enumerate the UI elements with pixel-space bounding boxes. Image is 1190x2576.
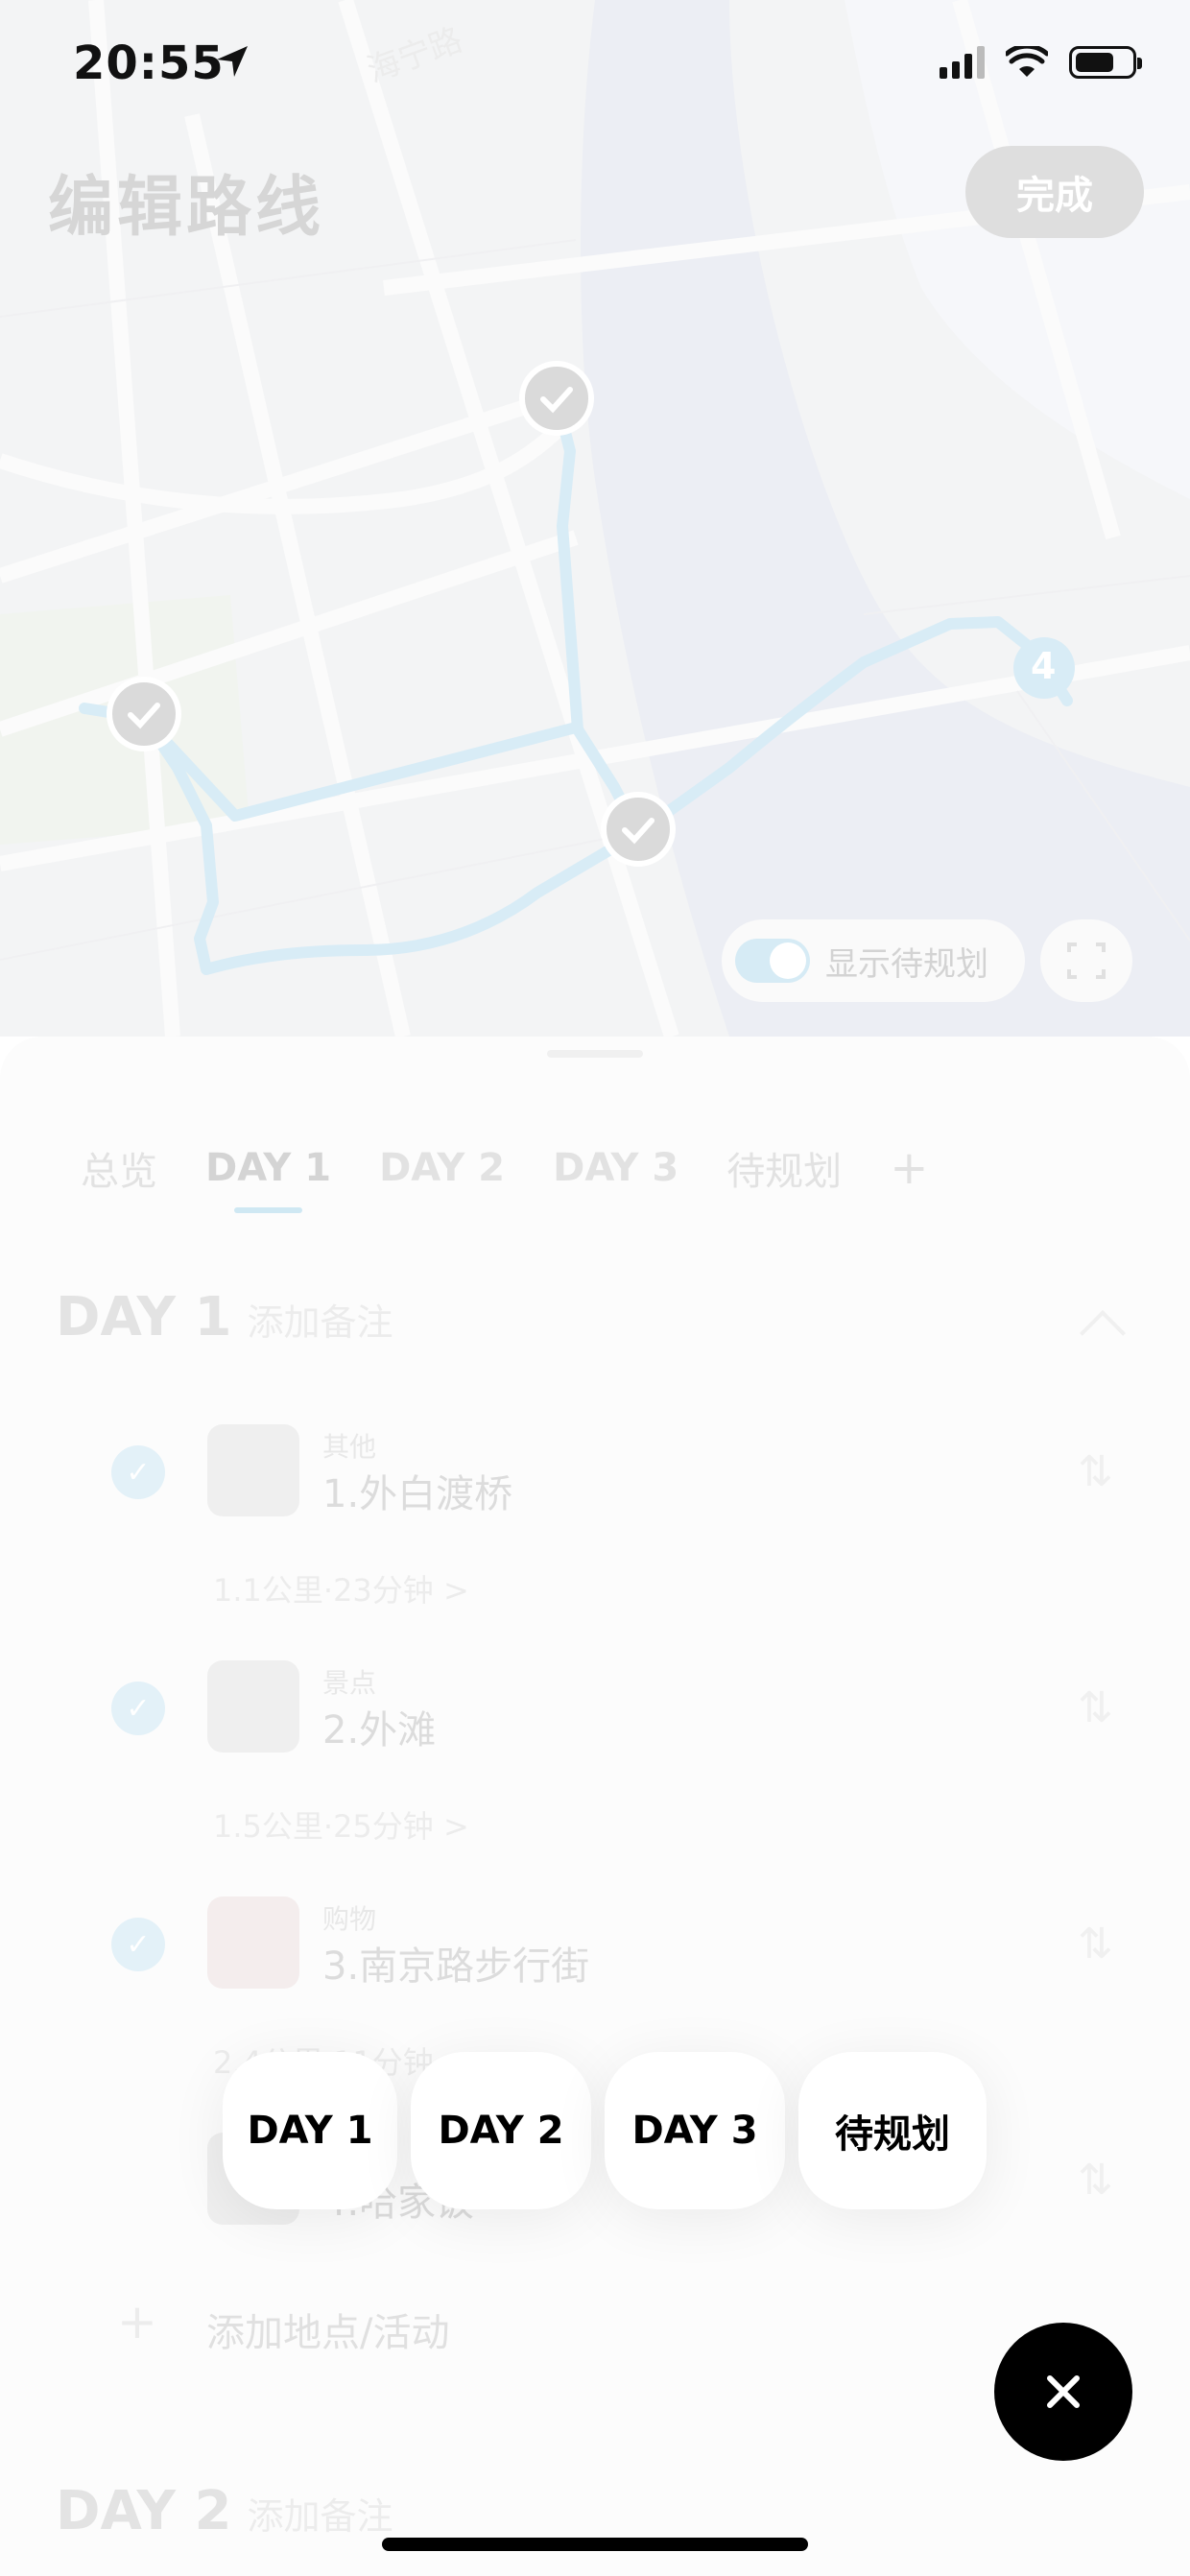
check-icon[interactable]: ✓ (111, 1918, 165, 1971)
day-title: DAY 1 (56, 1286, 232, 1348)
day-tabs: 总览 DAY 1 DAY 2 DAY 3 待规划 + (81, 1140, 928, 1213)
reorder-handle-icon[interactable]: ⇅ (1078, 1687, 1113, 1729)
check-icon[interactable]: ✓ (111, 1445, 165, 1499)
status-time: 20:55 (73, 36, 225, 90)
travel-info[interactable]: 1.1公里·23分钟 > (213, 1566, 469, 1610)
sheet-grabber[interactable] (547, 1050, 643, 1058)
show-pending-toggle[interactable]: 显示待规划 (722, 919, 1025, 1002)
status-indicators (940, 46, 1142, 79)
add-note-button[interactable]: 添加备注 (247, 2487, 393, 2540)
stop-thumbnail (207, 1424, 299, 1516)
tab-pending[interactable]: 待规划 (726, 1140, 842, 1196)
day-2-header: DAY 2 添加备注 (56, 2480, 393, 2542)
picker-option-day-1[interactable]: DAY 1 (223, 2052, 397, 2209)
add-day-icon[interactable]: + (890, 1141, 928, 1195)
fullscreen-icon (1067, 942, 1106, 979)
list-item[interactable]: ✓ 其他 1.外白渡桥 ⇅ (56, 1397, 1130, 1541)
reorder-handle-icon[interactable]: ⇅ (1078, 1451, 1113, 1493)
add-place-button[interactable]: 添加地点/活动 (206, 2302, 449, 2357)
cellular-signal-icon (940, 46, 985, 79)
picker-option-day-2[interactable]: DAY 2 (411, 2052, 591, 2209)
picker-option-pending[interactable]: 待规划 (798, 2052, 987, 2209)
day-1-header: DAY 1 添加备注 (56, 1286, 393, 1348)
day-title: DAY 2 (56, 2480, 232, 2542)
move-to-day-picker: DAY 1 DAY 2 DAY 3 待规划 (223, 2052, 987, 2209)
tab-overview[interactable]: 总览 (81, 1140, 157, 1196)
stop-name: 1.外白渡桥 (322, 1472, 513, 1516)
location-arrow-icon (217, 46, 248, 77)
wifi-icon (1006, 46, 1048, 77)
travel-info[interactable]: 1.5公里·25分钟 > (213, 1802, 469, 1847)
tab-day-3[interactable]: DAY 3 (553, 1146, 678, 1190)
edit-route-screen: 海宁路 4 20:55 编辑路线 完成 显示待规划 总览 DAY 1 DAY 2… (0, 0, 1190, 2576)
reorder-handle-icon[interactable]: ⇅ (1078, 1923, 1113, 1966)
list-item[interactable]: ✓ 购物 3.南京路步行街 ⇅ (56, 1870, 1130, 2014)
stop-thumbnail (207, 1896, 299, 1989)
fullscreen-button[interactable] (1040, 919, 1132, 1002)
picker-option-day-3[interactable]: DAY 3 (605, 2052, 785, 2209)
battery-icon (1069, 46, 1142, 79)
toggle-switch[interactable] (735, 939, 810, 983)
tab-day-2[interactable]: DAY 2 (379, 1146, 505, 1190)
stop-category: 景点 (322, 1667, 377, 1699)
stop-name: 2.外滩 (322, 1708, 437, 1753)
reorder-handle-icon[interactable]: ⇅ (1078, 2159, 1113, 2202)
route-badge: 4 (1031, 645, 1057, 687)
battery-level (1076, 53, 1113, 72)
close-icon (1047, 2375, 1080, 2408)
list-item[interactable]: ✓ 景点 2.外滩 ⇅ (56, 1634, 1130, 1777)
done-button[interactable]: 完成 (965, 146, 1144, 238)
stop-name: 3.南京路步行街 (322, 1944, 590, 1989)
page-title: 编辑路线 (48, 170, 325, 246)
close-button[interactable] (994, 2323, 1132, 2461)
check-icon[interactable]: ✓ (111, 1682, 165, 1735)
stop-category: 其他 (322, 1431, 377, 1463)
tab-day-1[interactable]: DAY 1 (205, 1146, 331, 1213)
add-place-icon[interactable]: + (117, 2294, 157, 2349)
home-indicator[interactable] (382, 2538, 808, 2551)
stop-thumbnail (207, 1660, 299, 1753)
show-pending-label: 显示待规划 (825, 944, 988, 984)
add-note-button[interactable]: 添加备注 (247, 1293, 393, 1346)
stop-category: 购物 (322, 1903, 377, 1935)
